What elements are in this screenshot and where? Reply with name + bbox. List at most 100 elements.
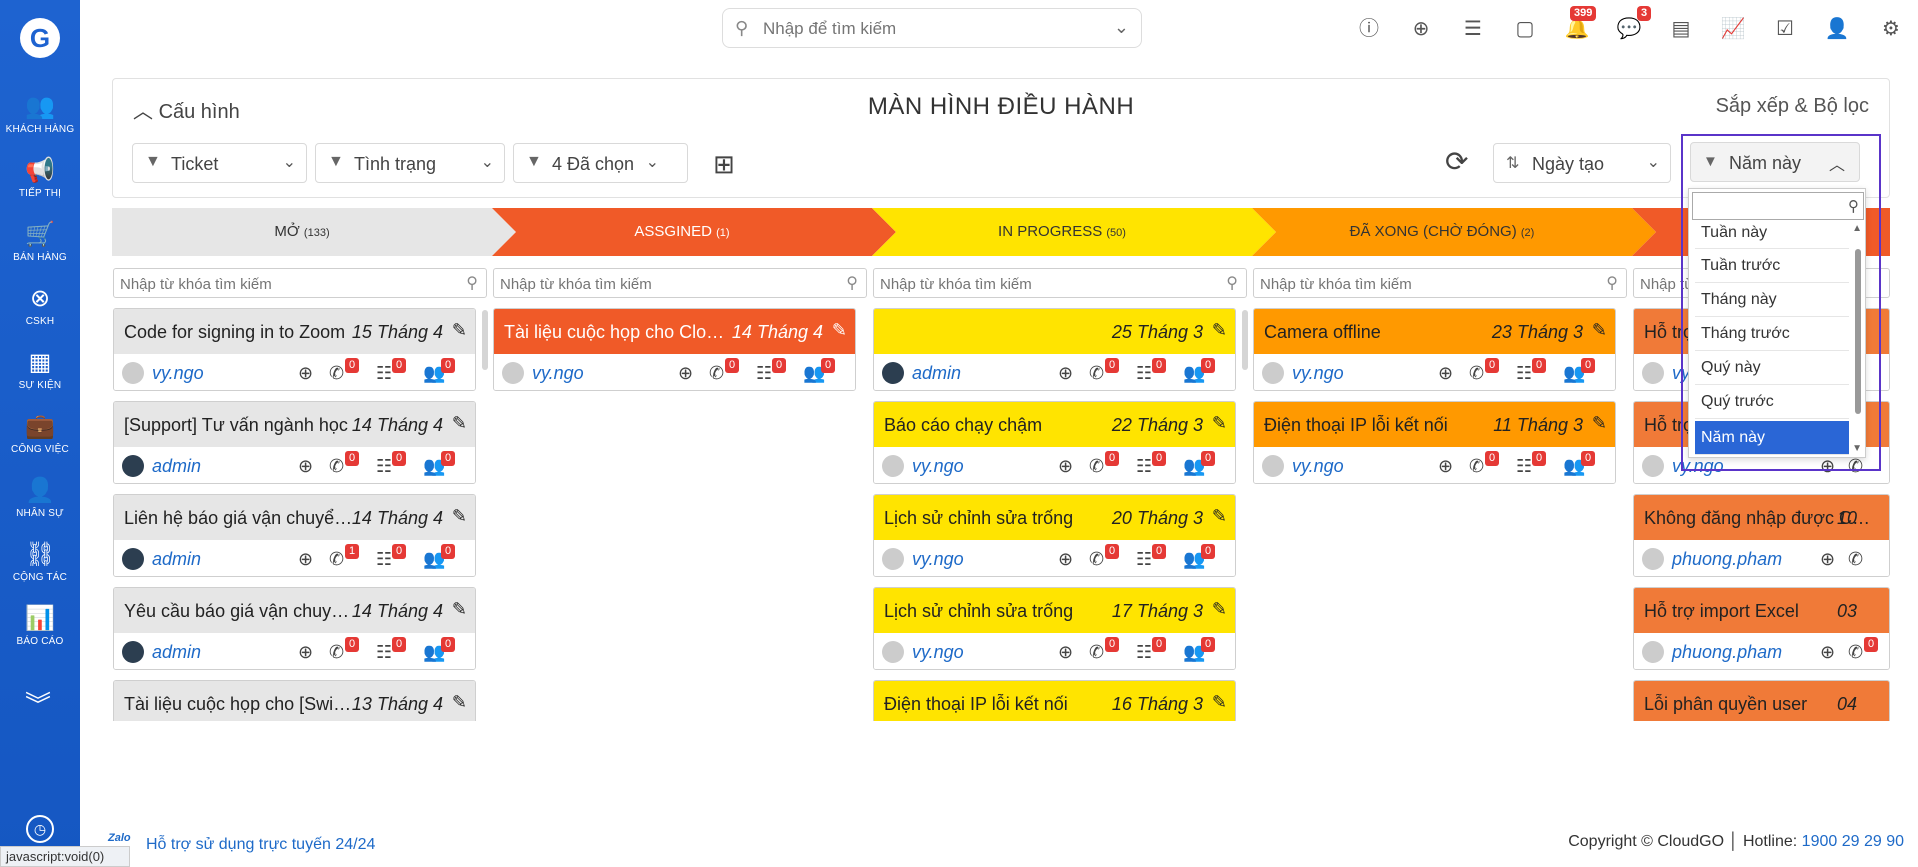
checklist-icon[interactable]: ☷ (1136, 642, 1152, 663)
card-assignee[interactable]: admin (912, 363, 961, 384)
ticket-card[interactable]: Hỗ trợ import Excel 03 phuong.pham ⊕ ✆ 0 (1633, 587, 1890, 670)
alert-icon[interactable]: ⓘ (1356, 16, 1382, 42)
edit-icon[interactable]: ✎ (1212, 320, 1227, 341)
gear-icon[interactable]: ⚙ (1878, 16, 1904, 42)
add-icon[interactable]: ⊕ (1820, 549, 1835, 570)
add-icon[interactable]: ⊕ (298, 363, 313, 384)
checklist-icon[interactable]: ☷ (1136, 456, 1152, 477)
cloudgo-logo[interactable]: G (20, 18, 60, 58)
refresh-icon[interactable]: ⟳ (1445, 145, 1468, 178)
add-icon[interactable]: ⊕ (1820, 642, 1835, 663)
sort-field-select[interactable]: ⇅ Ngày tạo ⌄ (1493, 143, 1671, 183)
card-header[interactable]: Hỗ trợ import Excel 03 (1634, 588, 1889, 633)
ticket-card[interactable]: Liên hệ báo giá vận chuyển quốc tế14 Thá… (113, 494, 476, 577)
checklist-icon[interactable]: ☷ (376, 456, 392, 477)
column-search-input[interactable] (120, 274, 450, 294)
card-title[interactable]: Code for signing in to Zoom (124, 322, 354, 343)
card-header[interactable]: Lỗi phân quyền user 04 (1634, 681, 1889, 721)
phone-icon[interactable]: ✆ (1089, 456, 1104, 477)
sort-filter-link[interactable]: Sắp xếp & Bộ lọc (1716, 95, 1869, 118)
edit-icon[interactable]: ✎ (452, 506, 467, 527)
chevron-down-icon[interactable]: ⌄ (1114, 17, 1129, 38)
card-header[interactable]: Điện thoại IP lỗi kết nối 16 Tháng 3 ✎ (874, 681, 1235, 721)
card-header[interactable]: Yêu cầu báo giá vận chuyển hàng14 Tháng … (114, 588, 475, 633)
checklist-icon[interactable]: ☷ (756, 363, 772, 384)
phone-icon[interactable]: ✆ (1848, 549, 1863, 570)
edit-icon[interactable]: ✎ (452, 320, 467, 341)
ticket-card[interactable]: 25 Tháng 3 ✎ admin ⊕ ✆ 0 ☷ 0 👥 0 (873, 308, 1236, 391)
ticket-card[interactable]: Lỗi phân quyền user 04 (1633, 680, 1890, 721)
edit-icon[interactable]: ✎ (452, 413, 467, 434)
profile-icon[interactable]: 👤 (1824, 16, 1850, 42)
hotline-number[interactable]: 1900 29 29 90 (1802, 833, 1904, 850)
edit-icon[interactable]: ✎ (1212, 506, 1227, 527)
column-search-input[interactable] (880, 274, 1210, 294)
card-title[interactable]: Lịch sử chỉnh sửa trống (884, 508, 1114, 529)
card-assignee[interactable]: admin (152, 456, 201, 477)
checklist-icon[interactable]: ☷ (376, 642, 392, 663)
phone-icon[interactable]: ✆ (329, 642, 344, 663)
card-header[interactable]: Code for signing in to Zoom 15 Tháng 4 ✎ (114, 309, 475, 354)
edit-icon[interactable]: ✎ (452, 692, 467, 713)
card-assignee[interactable]: vy.ngo (532, 363, 584, 384)
card-assignee[interactable]: vy.ngo (1292, 456, 1344, 477)
add-icon[interactable]: ⊕ (1058, 456, 1073, 477)
module-filter[interactable]: ▼ Ticket ⌄ (132, 143, 307, 183)
stage-done[interactable]: ĐÃ XONG (CHỜ ĐÓNG) (2) (1252, 208, 1632, 256)
card-title[interactable]: Camera offline (1264, 322, 1494, 343)
stage-in-progress[interactable]: IN PROGRESS (50) (872, 208, 1252, 256)
phone-icon[interactable]: ✆ (709, 363, 724, 384)
ticket-card[interactable]: Điện thoại IP lỗi kết nối 16 Tháng 3 ✎ (873, 680, 1236, 721)
edit-icon[interactable]: ✎ (1592, 320, 1607, 341)
card-header[interactable]: Tài liệu cuộc họp cho CloudGO 14 Tháng 4 ✎ (494, 309, 855, 354)
checklist-icon[interactable]: ☷ (1516, 456, 1532, 477)
add-icon[interactable]: ⊕ (1438, 363, 1453, 384)
add-icon[interactable]: ⊕ (1408, 16, 1434, 42)
ticket-card[interactable]: Tài liệu cuộc họp cho CloudGO 14 Tháng 4 ✎… (493, 308, 856, 391)
card-header[interactable]: Tài liệu cuộc họp cho [Swiss] 13 Tháng 4 ✎ (114, 681, 475, 721)
card-assignee[interactable]: vy.ngo (1292, 363, 1344, 384)
sidebar-item-marketing[interactable]: 📢 TIẾP THỊ (0, 156, 80, 216)
clock-icon[interactable]: ◷ (26, 815, 54, 843)
card-assignee[interactable]: vy.ngo (152, 363, 204, 384)
card-title[interactable]: Tài liệu cuộc họp cho [Swiss] (124, 694, 354, 715)
card-header[interactable]: [Support] Tư vấn ngành học 14 Tháng 4 ✎ (114, 402, 475, 447)
edit-icon[interactable]: ✎ (452, 599, 467, 620)
sidebar-item-customers[interactable]: 👥 KHÁCH HÀNG (0, 92, 80, 152)
ticket-card[interactable]: Code for signing in to Zoom 15 Tháng 4 ✎ vy… (113, 308, 476, 391)
column-scrollbar[interactable] (1242, 310, 1248, 370)
ticket-card[interactable]: Lịch sử chỉnh sửa trống 20 Tháng 3 ✎ vy.ngo… (873, 494, 1236, 577)
selected-filter[interactable]: ▼ 4 Đã chọn ⌄ (513, 143, 688, 183)
card-header[interactable]: 25 Tháng 3 ✎ (874, 309, 1235, 354)
support-link[interactable]: Hỗ trợ sử dụng trực tuyến 24/24 (146, 836, 375, 854)
add-icon[interactable]: ⊕ (1438, 456, 1453, 477)
column-search-input[interactable] (1260, 274, 1590, 294)
phone-icon[interactable]: ✆ (1848, 642, 1863, 663)
card-assignee[interactable]: admin (152, 642, 201, 663)
checklist-icon[interactable]: ☷ (376, 549, 392, 570)
sidebar-item-sales[interactable]: 🛒 BÁN HÀNG (0, 220, 80, 280)
checklist-icon[interactable]: ☷ (376, 363, 392, 384)
phone-icon[interactable]: ✆ (329, 363, 344, 384)
global-search-input[interactable] (763, 17, 1093, 41)
edit-icon[interactable]: ✎ (832, 320, 847, 341)
card-header[interactable]: Lịch sử chỉnh sửa trống 17 Tháng 3 ✎ (874, 588, 1235, 633)
card-header[interactable]: Không đăng nhập được CRM 10 (1634, 495, 1889, 540)
phone-icon[interactable]: ✆ (1469, 456, 1484, 477)
edit-icon[interactable]: ✎ (1212, 692, 1227, 713)
card-assignee[interactable]: vy.ngo (912, 549, 964, 570)
card-assignee[interactable]: phuong.pham (1672, 549, 1782, 570)
stage-assigned[interactable]: ASSGINED (1) (492, 208, 872, 256)
add-icon[interactable]: ⊕ (298, 549, 313, 570)
add-icon[interactable]: ⊕ (678, 363, 693, 384)
card-header[interactable]: Liên hệ báo giá vận chuyển quốc tế14 Thá… (114, 495, 475, 540)
checklist-icon[interactable]: ☷ (1516, 363, 1532, 384)
card-assignee[interactable]: phuong.pham (1672, 642, 1782, 663)
checkbox-icon[interactable]: ☑ (1772, 16, 1798, 42)
stage-open[interactable]: MỞ (133) (112, 208, 492, 256)
checklist-icon[interactable]: ☷ (1136, 363, 1152, 384)
ticket-card[interactable]: Lịch sử chỉnh sửa trống 17 Tháng 3 ✎ vy.ngo… (873, 587, 1236, 670)
window-icon[interactable]: ▢ (1512, 16, 1538, 42)
ticket-card[interactable]: Tài liệu cuộc họp cho [Swiss] 13 Tháng 4 ✎ (113, 680, 476, 721)
card-header[interactable]: Camera offline 23 Tháng 3 ✎ (1254, 309, 1615, 354)
